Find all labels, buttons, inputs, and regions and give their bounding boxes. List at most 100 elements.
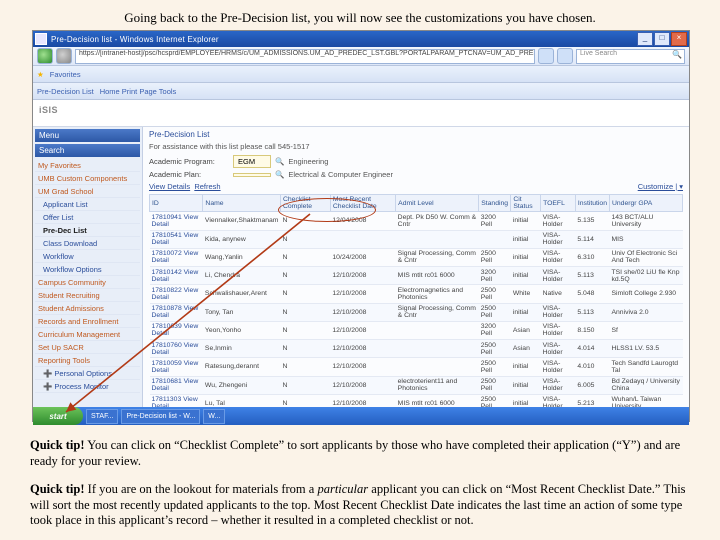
home-menu[interactable]: Home bbox=[100, 87, 120, 96]
minimize-button[interactable]: _ bbox=[637, 32, 653, 46]
cell: 12/10/2008 bbox=[330, 340, 395, 358]
nav-item[interactable]: ➕ Personal Options bbox=[35, 367, 140, 380]
cell: 12/10/2008 bbox=[330, 285, 395, 303]
cell: 2500 Pell bbox=[479, 394, 511, 407]
cell: N bbox=[280, 230, 330, 248]
table-row: 17810072 View DetailWang,YanlinN10/24/20… bbox=[150, 248, 683, 266]
view-details-link[interactable]: View Details bbox=[149, 182, 190, 191]
customize-link[interactable]: Customize | ▾ bbox=[638, 182, 683, 191]
nav-item[interactable]: Offer List bbox=[35, 211, 140, 224]
close-button[interactable]: × bbox=[671, 32, 687, 46]
academic-plan-label: Academic Plan: bbox=[149, 170, 229, 179]
cell: initial bbox=[511, 358, 541, 376]
cell: N bbox=[280, 376, 330, 394]
col-cit-status[interactable]: Cit Status bbox=[511, 195, 541, 212]
nav-item[interactable]: Records and Enrollment bbox=[35, 315, 140, 328]
address-bar[interactable]: https://[intranet-host]/psc/hcsprd/EMPLO… bbox=[75, 49, 535, 64]
cell: Yeon,Yonho bbox=[203, 321, 281, 339]
instruction-text: Going back to the Pre-Decision list, you… bbox=[30, 10, 690, 26]
print-menu[interactable]: Print bbox=[122, 87, 137, 96]
nav-item[interactable]: UMB Custom Components bbox=[35, 172, 140, 185]
academic-program-input[interactable]: EGM bbox=[233, 155, 271, 168]
nav-item[interactable]: Curriculum Management bbox=[35, 328, 140, 341]
refresh-icon[interactable] bbox=[538, 48, 554, 64]
cell: MIS mtlt rc01 6000 bbox=[396, 267, 479, 285]
cell: Signal Processing, Comm & Cntr bbox=[396, 248, 479, 266]
col-most-recent-date[interactable]: Most Recent Checklist Date bbox=[330, 195, 395, 212]
search-box[interactable]: Live Search bbox=[576, 49, 685, 64]
nav-item[interactable]: My Favorites bbox=[35, 159, 140, 172]
nav-item[interactable]: Student Admissions bbox=[35, 302, 140, 315]
cell: Li, Chendra bbox=[203, 267, 281, 285]
col-institution[interactable]: Institution bbox=[575, 195, 609, 212]
table-row: 17810639 View DetailYeon,YonhoN12/10/200… bbox=[150, 321, 683, 339]
academic-plan-input[interactable] bbox=[233, 173, 271, 177]
cell: 17810142 View Detail bbox=[150, 267, 203, 285]
col-toefl[interactable]: TOEFL bbox=[541, 195, 576, 212]
refresh-link[interactable]: Refresh bbox=[194, 182, 220, 191]
cell: 12/10/2008 bbox=[330, 321, 395, 339]
cell: 12/10/2008 bbox=[330, 376, 395, 394]
quick-tip-2: Quick tip! If you are on the lookout for… bbox=[30, 482, 690, 529]
cell: VISA-Holder bbox=[541, 303, 576, 321]
nav-item[interactable]: Reporting Tools bbox=[35, 354, 140, 367]
col-standing[interactable]: Standing bbox=[479, 195, 511, 212]
applicant-grid: ID Name Checklist Complete Most Recent C… bbox=[149, 194, 683, 407]
main-content: Pre-Decision List For assistance with th… bbox=[143, 127, 689, 407]
cell: 3200 Pell bbox=[479, 212, 511, 230]
taskbar-task[interactable]: W... bbox=[203, 409, 225, 424]
cell: 2500 Pell bbox=[479, 303, 511, 321]
taskbar-task[interactable]: Pre-Decision list - W... bbox=[121, 409, 200, 424]
col-id[interactable]: ID bbox=[150, 195, 203, 212]
cell: Tech Sandfd Laurogtd Tal bbox=[609, 358, 682, 376]
favorites-label[interactable]: Favorites bbox=[50, 70, 81, 79]
favorites-star-icon[interactable]: ★ bbox=[37, 70, 44, 79]
back-button[interactable] bbox=[37, 48, 53, 64]
cell: VISA-Holder bbox=[541, 358, 576, 376]
forward-button[interactable] bbox=[56, 48, 72, 64]
nav-item[interactable]: ➕ Process Monitor bbox=[35, 380, 140, 393]
col-name[interactable]: Name bbox=[203, 195, 281, 212]
cell bbox=[330, 230, 395, 248]
nav-item[interactable]: Class Download bbox=[35, 237, 140, 250]
maximize-button[interactable]: □ bbox=[654, 32, 670, 46]
nav-item[interactable]: Student Recruiting bbox=[35, 289, 140, 302]
tools-menu[interactable]: Tools bbox=[159, 87, 177, 96]
lookup-icon[interactable]: 🔍 bbox=[275, 157, 284, 166]
table-row: 17811303 View DetailLu, TalN12/10/2008MI… bbox=[150, 394, 683, 407]
nav-item[interactable]: Set Up SACR bbox=[35, 341, 140, 354]
cell: 5.113 bbox=[575, 303, 609, 321]
stop-icon[interactable] bbox=[557, 48, 573, 64]
app-icon bbox=[35, 33, 47, 45]
nav-item[interactable]: UM Grad School bbox=[35, 185, 140, 198]
cell: 10/24/2008 bbox=[330, 248, 395, 266]
nav-item[interactable]: Pre-Dec List bbox=[35, 224, 140, 237]
cell: 17810059 View Detail bbox=[150, 358, 203, 376]
cell: 17810760 View Detail bbox=[150, 340, 203, 358]
col-gpa[interactable]: Undergr GPA bbox=[609, 195, 682, 212]
table-row: 17810059 View DetailRatesung,deranntN12/… bbox=[150, 358, 683, 376]
cell: Viennalker,Shaktmanam bbox=[203, 212, 281, 230]
browser-tab[interactable]: Pre-Decision List bbox=[37, 87, 94, 96]
nav-header-search[interactable]: Search bbox=[35, 144, 140, 157]
table-row: 17810878 View DetailTony, TanN12/10/2008… bbox=[150, 303, 683, 321]
quick-tip-1: Quick tip! You can click on “Checklist C… bbox=[30, 438, 690, 469]
cell: Wang,Yanlin bbox=[203, 248, 281, 266]
nav-item[interactable]: Applicant List bbox=[35, 198, 140, 211]
nav-item[interactable]: Campus Community bbox=[35, 276, 140, 289]
page-menu[interactable]: Page bbox=[139, 87, 157, 96]
cell: Asian bbox=[511, 321, 541, 339]
cell: 2500 Pell bbox=[479, 248, 511, 266]
cell: 5.113 bbox=[575, 267, 609, 285]
col-checklist-complete[interactable]: Checklist Complete bbox=[280, 195, 330, 212]
nav-item[interactable]: Workflow Options bbox=[35, 263, 140, 276]
cell: 17811303 View Detail bbox=[150, 394, 203, 407]
lookup-icon[interactable]: 🔍 bbox=[275, 170, 284, 179]
taskbar-task[interactable]: STAF... bbox=[86, 409, 118, 424]
nav-item[interactable]: Workflow bbox=[35, 250, 140, 263]
cell: 2500 Pell bbox=[479, 358, 511, 376]
cell: VISA-Holder bbox=[541, 230, 576, 248]
start-button[interactable]: start bbox=[33, 407, 83, 425]
cell: N bbox=[280, 394, 330, 407]
col-admit-level[interactable]: Admit Level bbox=[396, 195, 479, 212]
